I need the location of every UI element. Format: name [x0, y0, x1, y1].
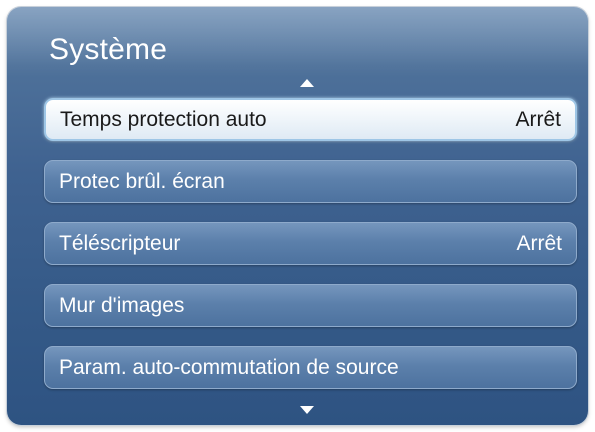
system-menu-panel: Système Temps protection auto Arrêt Prot… — [7, 7, 588, 425]
menu-item-value: Arrêt — [515, 107, 561, 131]
menu-item-value: Arrêt — [516, 231, 562, 255]
menu-item-label: Téléscripteur — [59, 231, 181, 255]
menu-item-protec-brul-ecran[interactable]: Protec brûl. écran — [44, 160, 577, 203]
menu-item-mur-d-images[interactable]: Mur d'images — [44, 284, 577, 327]
menu-list: Temps protection auto Arrêt Protec brûl.… — [44, 98, 577, 408]
menu-item-label: Temps protection auto — [60, 107, 267, 131]
menu-title: Système — [49, 33, 168, 66]
scroll-up-icon[interactable] — [300, 79, 314, 87]
scroll-down-icon[interactable] — [300, 406, 314, 414]
menu-item-temps-protection-auto[interactable]: Temps protection auto Arrêt — [44, 98, 577, 141]
menu-item-label: Protec brûl. écran — [59, 169, 225, 193]
menu-item-auto-commutation-source[interactable]: Param. auto-commutation de source — [44, 346, 577, 389]
menu-item-telescripteur[interactable]: Téléscripteur Arrêt — [44, 222, 577, 265]
menu-item-label: Mur d'images — [59, 293, 185, 317]
menu-item-label: Param. auto-commutation de source — [59, 355, 399, 379]
